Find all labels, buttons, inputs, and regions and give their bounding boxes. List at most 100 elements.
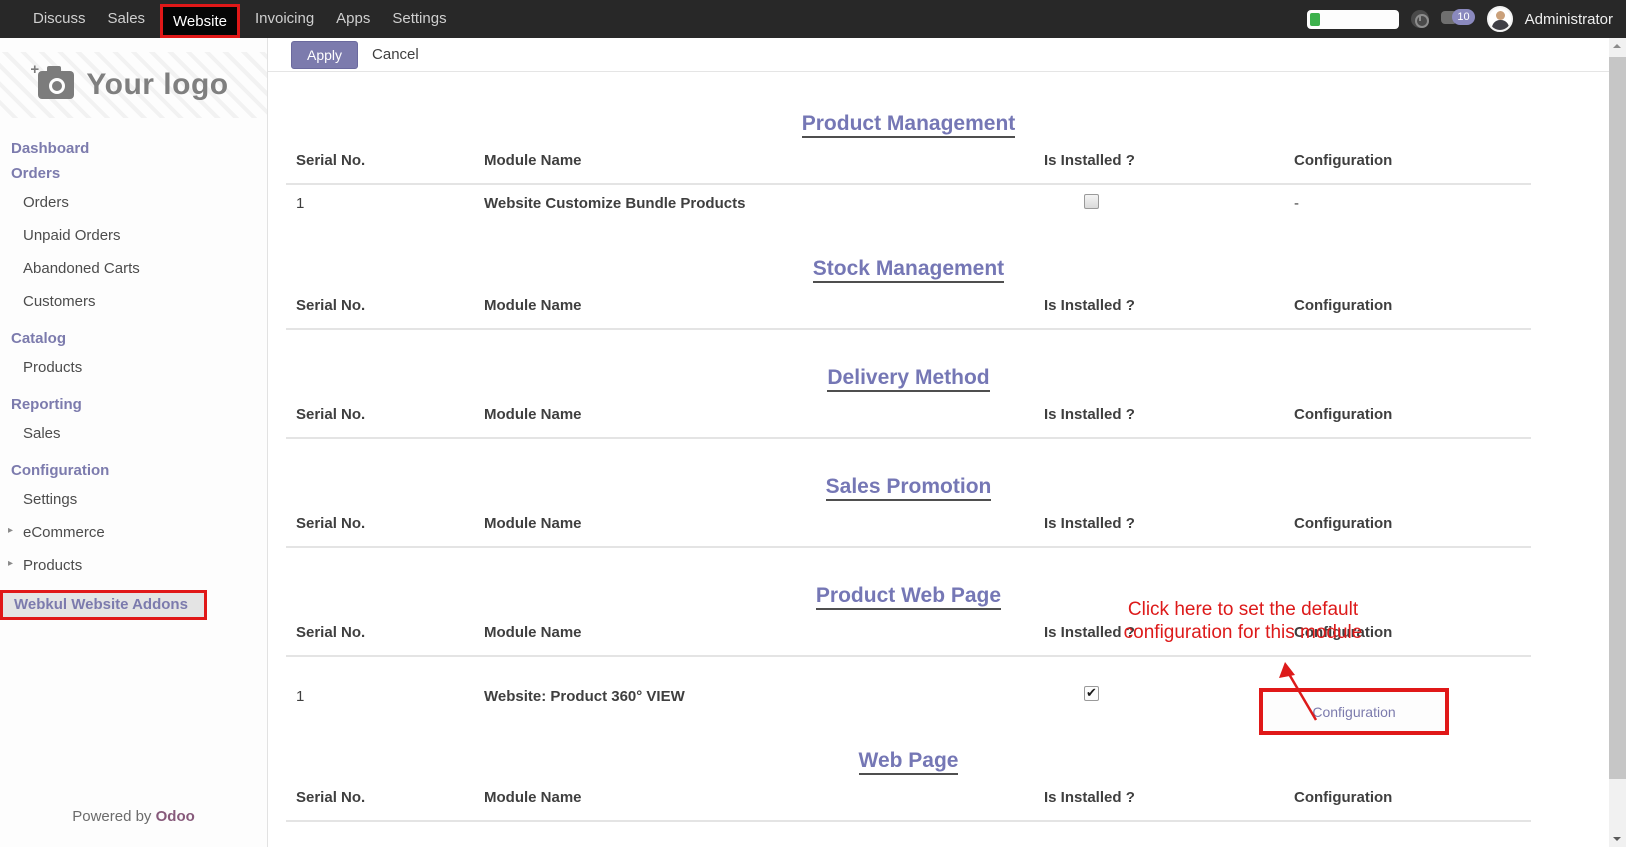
table-header-row: Serial No. Module Name Is Installed ? Co… [286, 297, 1531, 330]
col-serial: Serial No. [296, 515, 484, 532]
section-delivery-method: Delivery Method Serial No. Module Name I… [286, 366, 1531, 439]
col-configuration: Configuration [1294, 406, 1541, 423]
main-content: Apply Cancel Product Management Serial N… [267, 38, 1609, 847]
powered-by: Powered by Odoo [0, 808, 267, 825]
nav-item-sales[interactable]: Sales [97, 0, 157, 38]
col-serial: Serial No. [296, 624, 484, 641]
section-title-link[interactable]: Stock Management [813, 257, 1004, 283]
sidebar-item-dashboard[interactable]: Dashboard [0, 136, 267, 161]
col-serial: Serial No. [296, 406, 484, 423]
addons-page: Product Management Serial No. Module Nam… [268, 112, 1531, 822]
sidebar-item-ecommerce[interactable]: ▸ eCommerce [0, 516, 267, 549]
sidebar-nav: Dashboard Orders Orders Unpaid Orders Ab… [0, 136, 267, 620]
table-header-row: Serial No. Module Name Is Installed ? Co… [286, 515, 1531, 548]
app-menu: Discuss Sales Website Invoicing Apps Set… [22, 0, 458, 38]
col-serial: Serial No. [296, 789, 484, 806]
module-name-cell: Website: Product 360° VIEW [484, 688, 1044, 705]
sidebar-item-products[interactable]: Products [0, 351, 267, 384]
website-sidebar: + Your logo Dashboard Orders Orders Unpa… [0, 38, 267, 847]
col-module: Module Name [484, 515, 1044, 532]
messages-icon[interactable]: 10 [1441, 9, 1475, 29]
cancel-button[interactable]: Cancel [372, 46, 419, 63]
configuration-button[interactable]: Configuration [1312, 704, 1395, 720]
sidebar-item-label: Products [23, 557, 82, 574]
sidebar-item-products-config[interactable]: ▸ Products [0, 549, 267, 582]
col-installed: Is Installed ? [1044, 789, 1294, 806]
progress-bar [1307, 10, 1399, 29]
sidebar-section-orders[interactable]: Orders [0, 161, 267, 186]
annotation-line2: configuration for this module [1023, 621, 1463, 644]
nav-item-invoicing[interactable]: Invoicing [244, 0, 325, 38]
col-configuration: Configuration [1294, 152, 1541, 169]
section-sales-promotion: Sales Promotion Serial No. Module Name I… [286, 475, 1531, 548]
powered-by-text: Powered by [72, 808, 151, 825]
configuration-highlight-box: Configuration [1259, 688, 1449, 735]
nav-item-apps[interactable]: Apps [325, 0, 381, 38]
sidebar-item-settings[interactable]: Settings [0, 483, 267, 516]
scrollbar-thumb[interactable] [1609, 57, 1626, 779]
logo-placeholder[interactable]: + Your logo [0, 52, 267, 118]
camera-icon: + [38, 71, 74, 99]
col-serial: Serial No. [296, 297, 484, 314]
col-module: Module Name [484, 789, 1044, 806]
apply-button[interactable]: Apply [291, 41, 358, 69]
chevron-right-icon[interactable]: ▸ [8, 558, 13, 569]
messages-count-badge: 10 [1452, 9, 1474, 25]
sidebar-item-unpaid-orders[interactable]: Unpaid Orders [0, 219, 267, 252]
section-title-link[interactable]: Product Management [802, 112, 1016, 138]
col-serial: Serial No. [296, 152, 484, 169]
sidebar-section-reporting[interactable]: Reporting [0, 392, 267, 417]
user-avatar[interactable] [1487, 6, 1513, 32]
serial-cell: 1 [296, 195, 484, 212]
installed-checkbox[interactable] [1084, 686, 1099, 701]
annotation-line1: Click here to set the default [1023, 598, 1463, 621]
scroll-down-arrow-icon[interactable] [1609, 830, 1626, 847]
camera-plus-icon: + [30, 61, 39, 78]
sidebar-item-orders[interactable]: Orders [0, 186, 267, 219]
chevron-right-icon[interactable]: ▸ [8, 525, 13, 536]
sidebar-section-catalog[interactable]: Catalog [0, 326, 267, 351]
nav-item-website-active[interactable]: Website [160, 4, 240, 38]
configuration-cell: - [1294, 195, 1541, 212]
col-configuration: Configuration [1294, 789, 1541, 806]
sidebar-item-sales[interactable]: Sales [0, 417, 267, 450]
logo-text: Your logo [86, 68, 228, 102]
clock-icon[interactable] [1411, 10, 1429, 28]
module-name-cell: Website Customize Bundle Products [484, 195, 1044, 212]
section-title-link[interactable]: Delivery Method [827, 366, 989, 392]
section-web-page: Web Page Serial No. Module Name Is Insta… [286, 749, 1531, 822]
section-product-web-page: Product Web Page Click here to set the d… [286, 584, 1531, 713]
col-module: Module Name [484, 297, 1044, 314]
user-menu[interactable]: Administrator [1525, 11, 1613, 28]
col-module: Module Name [484, 406, 1044, 423]
table-row: 1 Website Customize Bundle Products - [286, 185, 1531, 221]
annotation-text: Click here to set the default configurat… [1023, 598, 1463, 644]
sidebar-item-label: eCommerce [23, 524, 105, 541]
section-stock-management: Stock Management Serial No. Module Name … [286, 257, 1531, 330]
col-installed: Is Installed ? [1044, 515, 1294, 532]
odoo-brand-link[interactable]: Odoo [156, 808, 195, 825]
nav-item-settings[interactable]: Settings [381, 0, 457, 38]
scroll-up-arrow-icon[interactable] [1609, 38, 1626, 55]
sidebar-item-customers[interactable]: Customers [0, 285, 267, 318]
nav-item-discuss[interactable]: Discuss [22, 0, 97, 38]
section-title-link[interactable]: Web Page [859, 749, 959, 775]
col-configuration: Configuration [1294, 297, 1541, 314]
col-installed: Is Installed ? [1044, 406, 1294, 423]
table-header-row: Serial No. Module Name Is Installed ? Co… [286, 152, 1531, 185]
col-module: Module Name [484, 624, 1044, 641]
table-header-row: Serial No. Module Name Is Installed ? Co… [286, 789, 1531, 822]
section-title-link[interactable]: Product Web Page [816, 584, 1001, 610]
serial-cell: 1 [296, 688, 484, 705]
section-product-management: Product Management Serial No. Module Nam… [286, 112, 1531, 221]
sidebar-item-abandoned-carts[interactable]: Abandoned Carts [0, 252, 267, 285]
col-installed: Is Installed ? [1044, 152, 1294, 169]
sidebar-item-webkul-website-addons[interactable]: Webkul Website Addons [0, 590, 207, 620]
vertical-scrollbar[interactable] [1609, 38, 1626, 847]
col-module: Module Name [484, 152, 1044, 169]
sidebar-section-configuration[interactable]: Configuration [0, 458, 267, 483]
installed-checkbox[interactable] [1084, 194, 1099, 209]
form-toolbar: Apply Cancel [268, 38, 1609, 72]
section-title-link[interactable]: Sales Promotion [826, 475, 992, 501]
top-navbar: Discuss Sales Website Invoicing Apps Set… [0, 0, 1626, 38]
